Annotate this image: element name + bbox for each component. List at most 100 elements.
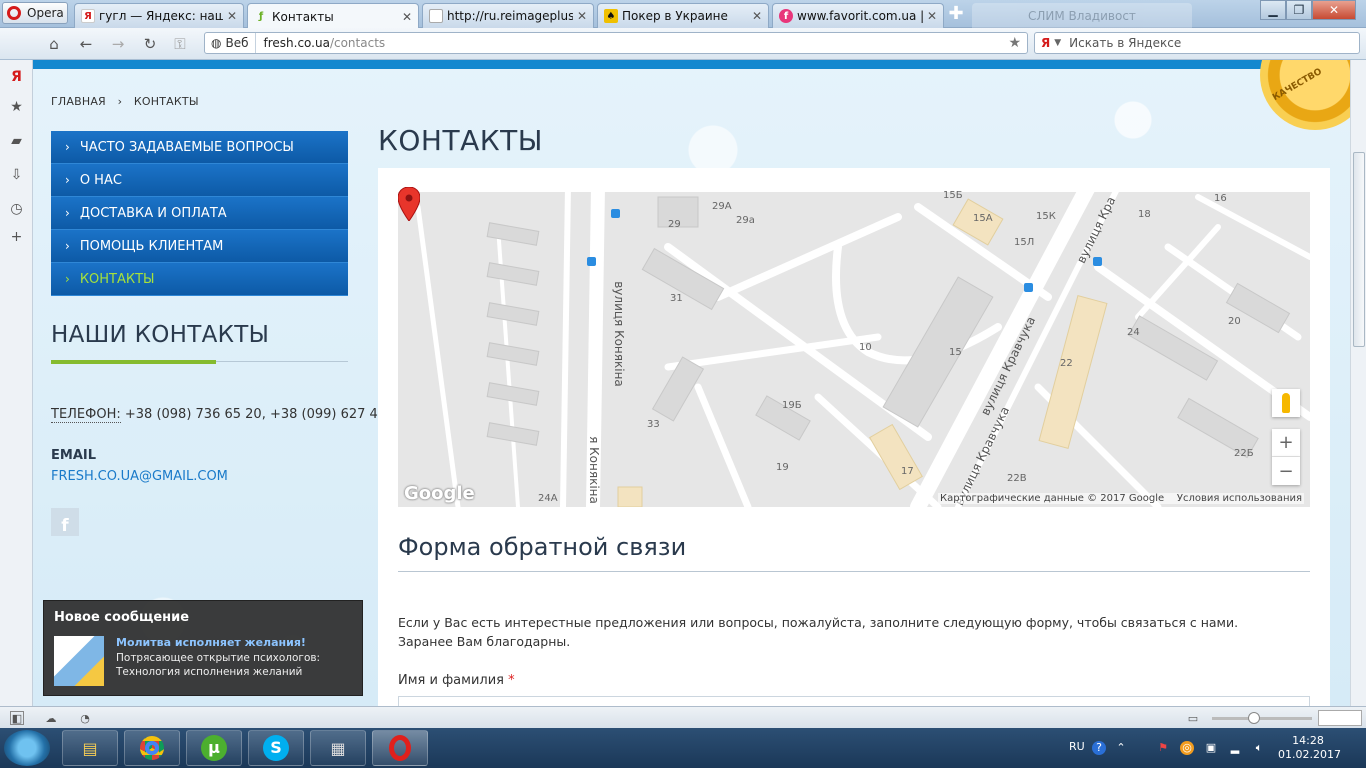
- tab-yandex[interactable]: Я гугл — Яндекс: нашло... ✕: [74, 3, 244, 28]
- globe-icon: ◍: [211, 36, 222, 50]
- yandex-panel-icon[interactable]: Я: [8, 68, 25, 85]
- turbo-gauge-icon[interactable]: ◔: [78, 711, 92, 725]
- building-label: 29: [668, 219, 681, 230]
- menu-item-help[interactable]: › ПОМОЩЬ КЛИЕНТАМ: [51, 230, 348, 263]
- notes-icon[interactable]: ▰: [8, 132, 25, 149]
- ghost-tab: СЛИМ Владивост: [972, 3, 1192, 28]
- home-icon[interactable]: ⌂: [44, 34, 64, 54]
- action-center-flag-icon[interactable]: ⚑: [1156, 741, 1170, 755]
- opera-taskbar-icon[interactable]: [372, 730, 428, 766]
- page-scrollbar[interactable]: [1350, 60, 1366, 706]
- notification-title-link[interactable]: Молитва исполняет желания!: [116, 636, 306, 649]
- explorer-folder-icon[interactable]: ▤: [62, 730, 118, 766]
- zoom-slider-handle[interactable]: [1248, 712, 1260, 724]
- key-icon[interactable]: ⚿: [170, 34, 190, 54]
- menu-item-label: О НАС: [79, 172, 122, 188]
- menu-item-contacts[interactable]: › КОНТАКТЫ: [51, 263, 348, 296]
- zoom-in-glyph: +: [1278, 432, 1294, 453]
- building-label: 29а: [736, 215, 755, 226]
- menu-item-label: КОНТАКТЫ: [79, 271, 155, 287]
- downloads-icon[interactable]: ⇩: [8, 166, 25, 183]
- windows-start-button[interactable]: [4, 730, 50, 766]
- menu-item-faq[interactable]: › ЧАСТО ЗАДАВАЕМЫЕ ВОПРОСЫ: [51, 131, 348, 164]
- bookmark-star-icon[interactable]: ★: [1008, 35, 1021, 51]
- add-panel-icon[interactable]: +: [8, 228, 25, 245]
- close-tab-icon[interactable]: ✕: [577, 9, 587, 23]
- street-view-pegman-icon[interactable]: [1272, 389, 1300, 417]
- opera-menu-label: Opera: [27, 6, 64, 20]
- address-bar[interactable]: ◍ Веб fresh.co.ua /contacts ★: [204, 32, 1028, 54]
- maximize-button[interactable]: ❐: [1286, 0, 1312, 20]
- clock[interactable]: 14:28 01.02.2017: [1278, 734, 1341, 762]
- favorit-icon: f: [779, 9, 793, 23]
- map-terms-link[interactable]: Условия использования: [1177, 493, 1302, 504]
- forward-icon[interactable]: →: [108, 34, 128, 54]
- language-indicator[interactable]: RU: [1069, 740, 1085, 753]
- building-label: 31: [670, 293, 683, 304]
- zoom-slider-track[interactable]: [1212, 717, 1312, 720]
- breadcrumb-home[interactable]: ГЛАВНАЯ: [51, 95, 106, 108]
- calculator-icon[interactable]: ▦: [310, 730, 366, 766]
- new-message-notification[interactable]: Новое сообщение Молитва исполняет желани…: [43, 600, 363, 696]
- help-icon[interactable]: ?: [1092, 741, 1106, 755]
- facebook-icon[interactable]: f: [51, 508, 79, 536]
- email-link[interactable]: FRESH.CO.UA@GMAIL.COM: [51, 469, 228, 484]
- zoom-in-button[interactable]: +: [1272, 429, 1300, 457]
- minimize-button[interactable]: ▁: [1260, 0, 1286, 20]
- avast-icon[interactable]: ◎: [1180, 741, 1194, 755]
- close-window-button[interactable]: ✕: [1312, 0, 1356, 20]
- contacts-divider: [51, 360, 348, 364]
- tab-title: www.favorit.com.ua | 5...: [797, 9, 923, 23]
- volume-icon[interactable]: 🔈︎: [1252, 741, 1266, 755]
- zoom-level-field[interactable]: [1318, 710, 1362, 726]
- map-marker-icon[interactable]: [398, 187, 420, 221]
- building-label: 24А: [538, 493, 558, 504]
- building-label: 19Б: [782, 400, 802, 411]
- opera-menu-button[interactable]: Opera: [2, 2, 68, 24]
- utorrent-icon[interactable]: µ: [186, 730, 242, 766]
- opera-unite-cloud-icon[interactable]: ☁: [44, 711, 58, 725]
- zoom-out-glyph: −: [1278, 460, 1294, 482]
- close-tab-icon[interactable]: ✕: [227, 9, 237, 23]
- poker-icon: ♠: [604, 9, 618, 23]
- yandex-search-icon: Я: [1041, 36, 1051, 50]
- search-box[interactable]: Я ▼ Искать в Яндексе: [1034, 32, 1360, 54]
- device-icon[interactable]: ▣: [1204, 741, 1218, 755]
- reload-icon[interactable]: ↻: [140, 34, 160, 54]
- required-mark: *: [508, 673, 515, 688]
- tab-favorit[interactable]: f www.favorit.com.ua | 5... ✕: [772, 3, 944, 28]
- menu-item-about[interactable]: › О НАС: [51, 164, 348, 197]
- tab-contacts[interactable]: ƒ Контакты ✕: [247, 3, 419, 29]
- name-input[interactable]: [398, 696, 1310, 706]
- close-tab-icon[interactable]: ✕: [752, 9, 762, 23]
- close-tab-icon[interactable]: ✕: [927, 9, 937, 23]
- fresh-leaf-icon: ƒ: [258, 11, 264, 22]
- building-label: 20: [1228, 316, 1241, 327]
- page-title: КОНТАКТЫ: [378, 124, 543, 157]
- tab-poker[interactable]: ♠ Покер в Украине ✕: [597, 3, 769, 28]
- bookmarks-star-icon[interactable]: ★: [8, 98, 25, 115]
- building-label: 15Б: [943, 190, 963, 201]
- zoom-out-button[interactable]: −: [1272, 457, 1300, 485]
- view-icon[interactable]: ▭: [1186, 711, 1200, 725]
- menu-item-delivery[interactable]: › ДОСТАВКА И ОПЛАТА: [51, 197, 348, 230]
- chevron-right-icon: ›: [65, 140, 70, 154]
- chrome-icon[interactable]: [124, 730, 180, 766]
- chevron-down-icon[interactable]: ▼: [1054, 38, 1061, 48]
- menu-item-label: ДОСТАВКА И ОПЛАТА: [79, 205, 227, 221]
- panel-toggle-icon[interactable]: ◧: [10, 711, 24, 725]
- history-clock-icon[interactable]: ◷: [8, 200, 25, 217]
- close-tab-icon[interactable]: ✕: [402, 10, 412, 24]
- notification-thumbnail[interactable]: [54, 636, 104, 686]
- network-signal-icon[interactable]: ▂: [1228, 741, 1242, 755]
- chevron-up-icon[interactable]: ⌃: [1114, 741, 1128, 755]
- tab-reimageplus[interactable]: http://ru.reimageplus.c... ✕: [422, 3, 594, 28]
- building-label: 15: [949, 347, 962, 358]
- back-icon[interactable]: ←: [76, 34, 96, 54]
- skype-icon[interactable]: S: [248, 730, 304, 766]
- web-badge[interactable]: ◍ Веб: [205, 33, 256, 53]
- google-map[interactable]: 15Б 15А 15К 15Л 18 16 29А 29а 29 31 10 1…: [398, 187, 1310, 507]
- top-stripe: [33, 60, 1350, 69]
- new-tab-button[interactable]: ✚: [946, 5, 966, 25]
- scrollbar-thumb[interactable]: [1353, 152, 1365, 347]
